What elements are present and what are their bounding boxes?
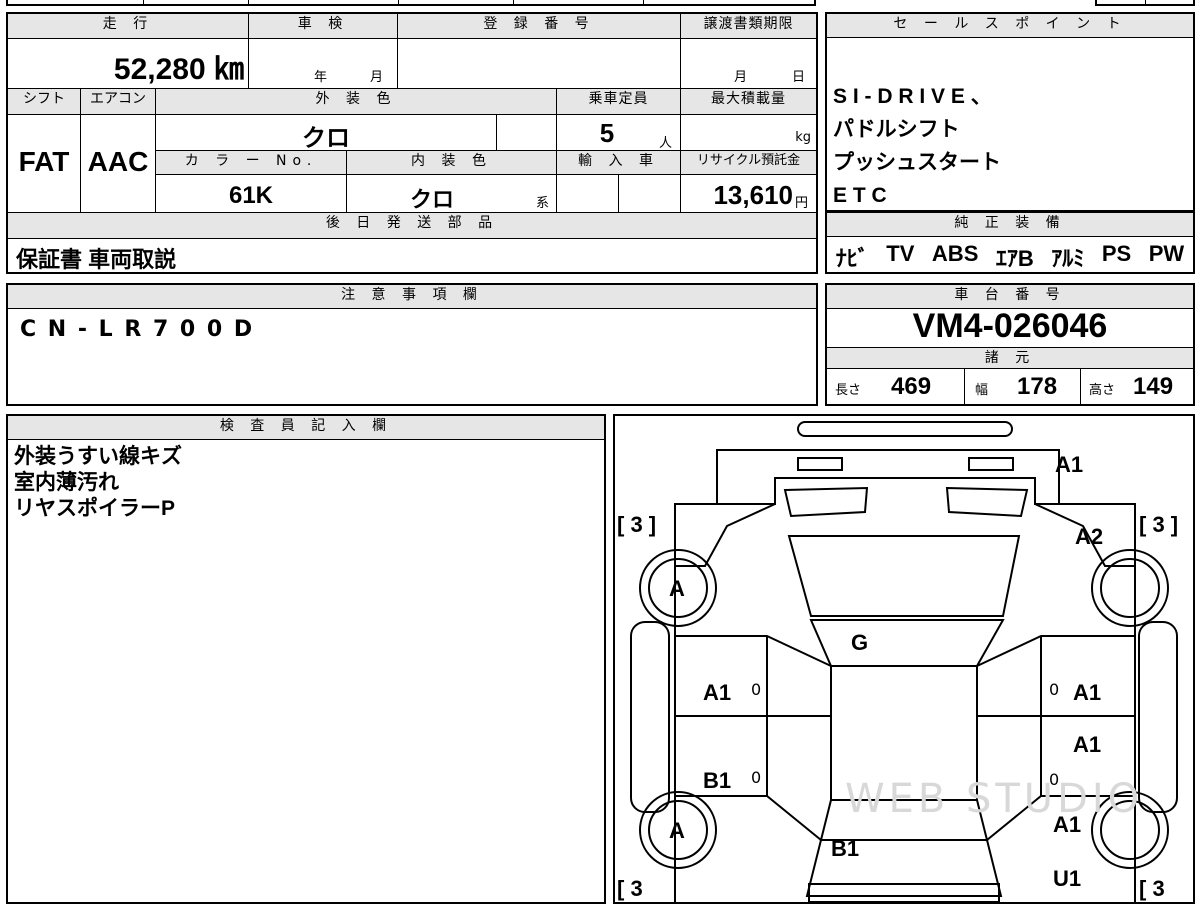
inspector-line: 外装うすい線キズ xyxy=(14,445,182,468)
registration-header: 登 録 番 号 xyxy=(398,14,680,38)
inspection-header: 車 検 xyxy=(249,14,397,38)
tire-left-bottom: [ 3 xyxy=(617,876,643,901)
notes-text: C N - L R 7 0 0 D xyxy=(20,317,255,342)
later-parts-header: 後 日 発 送 部 品 xyxy=(8,213,816,238)
spec-table: 走 行 車 検 登 録 番 号 譲渡書類期限 52,280 ㎞ 年 月 月 日 … xyxy=(6,12,818,274)
capacity-value: 5 xyxy=(599,118,615,148)
capacity-unit: 人 xyxy=(659,136,673,151)
height-label: 高さ xyxy=(1089,383,1116,398)
max-load-header: 最大積載量 xyxy=(681,89,816,114)
mileage-header: 走 行 xyxy=(8,14,248,38)
transfer-header: 譲渡書類期限 xyxy=(681,14,816,38)
equipment-item: PS xyxy=(1101,241,1132,266)
hood-grade: G xyxy=(851,630,869,655)
mileage-value: 52,280 ㎞ xyxy=(113,53,244,86)
right-front-door-grade: A1 xyxy=(1073,680,1102,705)
specs-header: 諸 元 xyxy=(827,347,1193,369)
length-value: 469 xyxy=(891,373,932,400)
equipment-item: ｴｱB xyxy=(995,246,1034,271)
notes-header: 注 意 事 項 欄 xyxy=(8,285,816,309)
tire-left-top: [ 3 ] xyxy=(617,512,657,537)
recycle-fee-unit: 円 xyxy=(795,196,809,211)
max-load-unit: kg xyxy=(795,130,811,145)
equipment-item: PW xyxy=(1148,241,1185,266)
notes-panel: 注 意 事 項 欄 C N - L R 7 0 0 D xyxy=(6,283,818,406)
vehicle-outline-diagram xyxy=(630,421,1178,902)
height-value: 149 xyxy=(1133,373,1174,400)
width-label: 幅 xyxy=(975,383,989,398)
equipment-item: TV xyxy=(886,241,915,266)
damage-diagram-panel: [ 3 ] [ 3 ] [ 3 [ 3 A A A1 A2 G A1 0 B1 … xyxy=(613,414,1195,904)
chassis-header: 車 台 番 号 xyxy=(827,285,1193,309)
right-rear-door-grade: A1 xyxy=(1073,732,1102,757)
interior-color-header: 内 装 色 xyxy=(347,151,556,174)
sales-point-line: プッシュスタート xyxy=(833,151,1001,174)
transfer-month-unit: 月 xyxy=(734,70,748,85)
inspector-line: リヤスポイラーP xyxy=(14,497,176,520)
chassis-number: VM4-026046 xyxy=(912,307,1108,345)
color-no-header: カ ラ ー No. xyxy=(156,151,346,174)
tire-right-bottom: [ 3 xyxy=(1139,876,1165,901)
left-rear-door-grade: B1 xyxy=(703,768,732,793)
interior-color-suffix: 系 xyxy=(536,196,550,211)
ac-value: AAC xyxy=(87,146,149,177)
inspector-notes: 外装うすい線キズ 室内薄汚れ リヤスポイラーP xyxy=(14,444,182,522)
width-value: 178 xyxy=(1017,373,1058,400)
interior-color-value: クロ xyxy=(409,187,454,212)
watermark: WEB STUDIO xyxy=(845,776,1144,822)
transfer-day-unit: 日 xyxy=(792,70,806,85)
sales-point-line: パドルシフト xyxy=(833,118,960,141)
left-rear-door-num: 0 xyxy=(751,768,762,787)
exterior-color-value: クロ xyxy=(302,125,350,152)
shift-value: FAT xyxy=(18,146,70,177)
right-front-door-num: 0 xyxy=(1049,680,1060,699)
length-label: 長さ xyxy=(835,383,862,398)
genuine-equipment-panel: 純 正 装 備 ﾅﾋﾞ TV ABS ｴｱB ｱﾙﾐ PS PW xyxy=(825,212,1195,274)
later-parts-value: 保証書 車両取説 xyxy=(16,247,177,272)
recycle-fee-value: 13,610 xyxy=(713,180,793,210)
genuine-equipment-header: 純 正 装 備 xyxy=(827,213,1193,237)
equipment-item: ﾅﾋﾞ xyxy=(835,246,869,271)
equipment-item: ｱﾙﾐ xyxy=(1051,246,1085,271)
left-front-door-grade: A1 xyxy=(703,680,732,705)
rear-right-grade: U1 xyxy=(1053,866,1082,891)
shift-header: シフト xyxy=(8,89,80,114)
chassis-panel: 車 台 番 号 VM4-026046 諸 元 長さ 469 幅 178 高さ 1… xyxy=(825,283,1195,406)
inspector-header: 検 査 員 記 入 欄 xyxy=(8,416,604,440)
top-strip-right xyxy=(1095,0,1195,6)
sales-point-line: S I - D R I V E 、 xyxy=(833,85,992,108)
genuine-equipment-list: ﾅﾋﾞ TV ABS ｴｱB ｱﾙﾐ PS PW xyxy=(827,241,1193,273)
sales-points-header: セ ー ル ス ポ イ ン ト xyxy=(827,14,1193,38)
left-front-door-num: 0 xyxy=(751,680,762,699)
exterior-color-header: 外 装 色 xyxy=(156,89,556,114)
import-header: 輸 入 車 xyxy=(557,151,680,174)
roof-grade: B1 xyxy=(831,836,860,861)
capacity-header: 乗車定員 xyxy=(557,89,680,114)
tire-right-top: [ 3 ] xyxy=(1139,512,1179,537)
sales-point-line: E T C xyxy=(833,184,887,207)
wheel-fl-grade: A xyxy=(669,576,685,601)
inspector-panel: 検 査 員 記 入 欄 外装うすい線キズ 室内薄汚れ リヤスポイラーP xyxy=(6,414,606,904)
equipment-item: ABS xyxy=(931,241,979,266)
inspector-line: 室内薄汚れ xyxy=(14,471,119,494)
sales-points-list: S I - D R I V E 、 パドルシフト プッシュスタート E T C xyxy=(833,80,1001,212)
top-strip xyxy=(6,0,816,6)
inspection-month-unit: 月 xyxy=(370,70,384,85)
front-bumper-grade: A1 xyxy=(1055,452,1084,477)
wheel-rl-grade: A xyxy=(669,818,685,843)
color-no-value: 61K xyxy=(228,182,274,209)
inspection-year-unit: 年 xyxy=(314,70,328,85)
recycle-header: リサイクル預託金 xyxy=(681,151,816,174)
ac-header: エアコン xyxy=(81,89,155,114)
right-fender-grade: A2 xyxy=(1075,524,1104,549)
sales-points-panel: セ ー ル ス ポ イ ン ト S I - D R I V E 、 パドルシフト… xyxy=(825,12,1195,212)
